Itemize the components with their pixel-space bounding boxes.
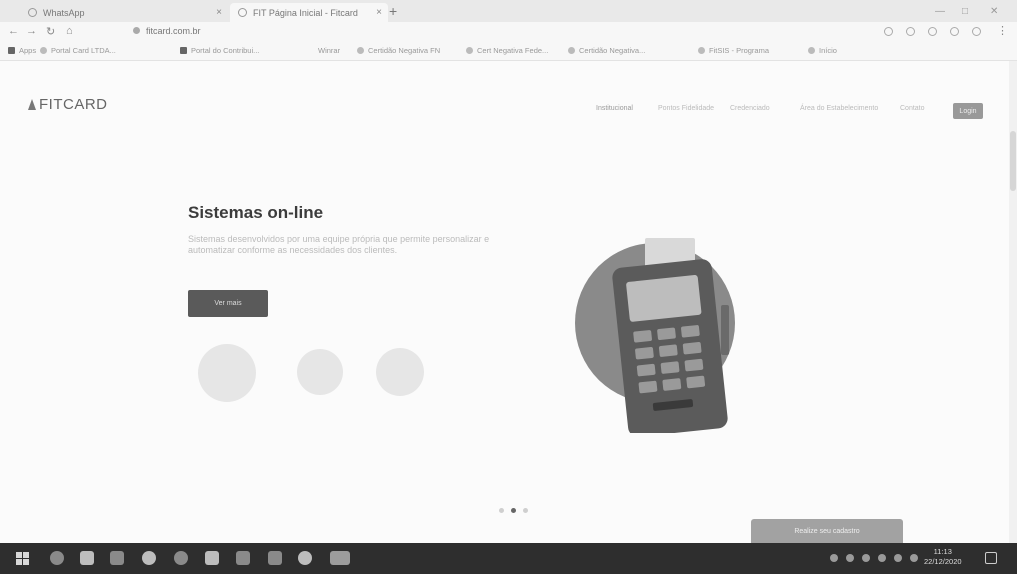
bookmark-star-icon[interactable] [906, 27, 915, 36]
feature-illustration [198, 344, 256, 402]
clock-time: 11:13 [933, 547, 952, 556]
app-icon[interactable] [205, 551, 219, 565]
forward-icon[interactable]: → [26, 25, 37, 37]
task-view-icon[interactable] [80, 551, 94, 565]
chrome-icon[interactable] [174, 551, 188, 565]
nav-credenciado[interactable]: Credenciado [730, 105, 770, 112]
tab-whatsapp[interactable]: WhatsApp × [28, 3, 228, 22]
feature-illustration [297, 349, 343, 395]
feature-illustration [376, 348, 424, 396]
reload-icon[interactable]: ↻ [46, 25, 55, 38]
windows-taskbar: 11:13 22/12/2020 [0, 543, 1017, 574]
file-explorer-icon[interactable] [330, 551, 350, 565]
back-icon[interactable]: ← [8, 25, 19, 37]
windows-start-icon[interactable] [16, 552, 29, 565]
fitcard-logo[interactable]: FITCARD [28, 96, 108, 113]
network-icon[interactable] [878, 554, 886, 562]
portal-icon [180, 47, 187, 54]
whatsapp-icon [28, 8, 37, 17]
maximize-icon[interactable]: □ [962, 6, 968, 17]
browser-tab-bar: WhatsApp × FIT Página Inicial - Fitcard … [0, 0, 1017, 22]
search-icon[interactable] [50, 551, 64, 565]
bookmark-cert-federal[interactable]: Cert Negativa Fede... [466, 46, 548, 55]
tab-label: WhatsApp [43, 7, 85, 18]
browser-toolbar: ← → ↻ ⌂ fitcard.com.br ⋮ [0, 22, 1017, 42]
bookmark-portal-contribuinte[interactable]: Portal do Contribui... [180, 46, 259, 55]
volume-icon[interactable] [910, 554, 918, 562]
bank-icon [466, 47, 473, 54]
notification-center-icon[interactable] [985, 552, 997, 564]
nav-contato[interactable]: Contato [900, 105, 925, 112]
globe-icon [808, 47, 815, 54]
tab-label: FIT Página Inicial - Fitcard [253, 7, 358, 18]
dollar-icon [568, 47, 575, 54]
hero-description: Sistemas desenvolvidos por uma equipe pr… [188, 234, 490, 255]
close-tab-icon[interactable]: × [376, 7, 382, 18]
nav-pontos[interactable]: Pontos Fidelidade [658, 105, 714, 112]
puzzle-icon[interactable] [950, 27, 959, 36]
bookmark-winrar[interactable]: Winrar [318, 46, 340, 55]
carousel-indicators [499, 508, 528, 513]
terminal-card [721, 305, 729, 355]
minimize-icon[interactable]: — [935, 6, 945, 17]
globe-icon [357, 47, 364, 54]
calculator-icon[interactable] [236, 551, 250, 565]
fitsis-icon [698, 47, 705, 54]
profile-avatar-icon[interactable] [972, 27, 981, 36]
page-scrollbar[interactable] [1009, 61, 1017, 543]
see-more-button[interactable]: Ver mais [188, 290, 268, 317]
tab-fitcard[interactable]: FIT Página Inicial - Fitcard × [230, 3, 388, 22]
translate-icon[interactable] [884, 27, 893, 36]
fitcard-favicon-icon [238, 8, 247, 17]
nav-area-estabelecimento[interactable]: Área do Estabelecimento [800, 105, 878, 112]
bookmarks-bar: Apps Portal Card LTDA... Portal do Contr… [0, 42, 1017, 61]
tray-app-icon[interactable] [862, 554, 870, 562]
battery-icon[interactable] [894, 554, 902, 562]
lock-icon[interactable] [133, 27, 140, 34]
card-terminal-illustration [575, 238, 735, 433]
apps-grid-icon [8, 47, 15, 54]
scrollbar-thumb[interactable] [1010, 131, 1016, 191]
fitcard-logo-icon [28, 99, 36, 110]
bookmark-certidao-fn[interactable]: Certidão Negativa FN [357, 46, 440, 55]
extension-icon[interactable] [928, 27, 937, 36]
nav-institucional[interactable]: Institucional [596, 105, 633, 112]
home-icon[interactable]: ⌂ [66, 25, 73, 37]
close-window-icon[interactable]: ✕ [990, 6, 998, 17]
tray-up-arrow-icon[interactable] [830, 554, 838, 562]
new-tab-button[interactable]: + [389, 3, 397, 19]
bookmark-inicio[interactable]: Início [808, 46, 837, 55]
close-tab-icon[interactable]: × [216, 7, 222, 18]
carousel-dot[interactable] [499, 508, 504, 513]
paint-icon[interactable] [298, 551, 312, 565]
menu-kebab-icon[interactable]: ⋮ [997, 24, 1008, 37]
globe-icon [40, 47, 47, 54]
taskbar-clock[interactable]: 11:13 22/12/2020 [924, 547, 962, 567]
carousel-dot-active[interactable] [511, 508, 516, 513]
hero-title: Sistemas on-line [188, 203, 324, 222]
login-button[interactable]: Login [953, 103, 983, 119]
tray-app-icon[interactable] [846, 554, 854, 562]
clock-date: 22/12/2020 [924, 557, 962, 566]
bookmark-certidao[interactable]: Certidão Negativa... [568, 46, 645, 55]
bookmark-portal-card[interactable]: Portal Card LTDA... [40, 46, 116, 55]
register-banner-button[interactable]: Realize seu cadastro [751, 519, 903, 543]
bookmark-fitsis[interactable]: FitSIS - Programa [698, 46, 769, 55]
edge-icon[interactable] [142, 551, 156, 565]
terminal-screen [626, 275, 702, 322]
carousel-dot[interactable] [523, 508, 528, 513]
web-page: FITCARD Institucional Pontos Fidelidade … [0, 61, 1017, 543]
bookmark-apps[interactable]: Apps [8, 46, 36, 55]
photos-icon[interactable] [268, 551, 282, 565]
address-bar[interactable]: fitcard.com.br [146, 26, 201, 36]
store-icon[interactable] [110, 551, 124, 565]
